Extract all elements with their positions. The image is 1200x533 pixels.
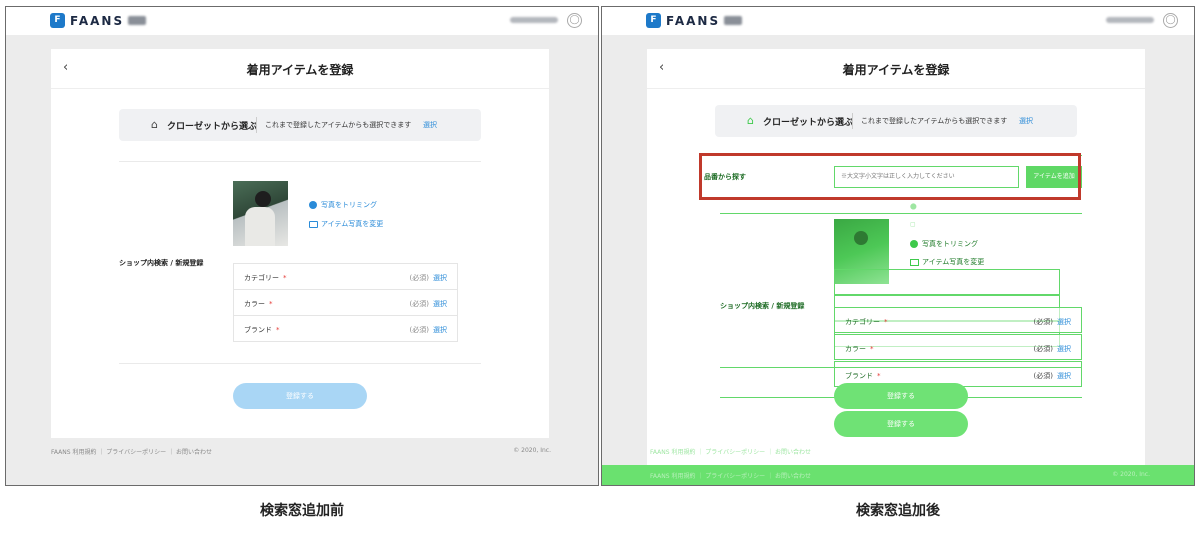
closet-label: クローゼットから選ぶ	[167, 122, 258, 132]
closet-select-link[interactable]: 選択	[423, 120, 437, 130]
closet-description: これまで登録したアイテムからも選択できます	[265, 121, 412, 129]
trim-photo-link[interactable]: 写真をトリミング	[910, 239, 978, 249]
divider	[119, 161, 481, 162]
attribute-name: カラー *	[845, 345, 874, 353]
footer: FAANS 利用規約 ｜ プライバシーポリシー ｜ お問い合わせ © 2020,…	[51, 447, 551, 456]
camera-icon	[309, 220, 318, 228]
copyright: © 2020, Inc.	[1112, 471, 1150, 478]
select-link[interactable]: 選択	[433, 273, 447, 283]
attribute-name: カテゴリー *	[845, 318, 888, 326]
page-title: 着用アイテムを登録	[246, 63, 354, 77]
photo-body-shape	[245, 207, 275, 246]
required-text: (必須)	[409, 326, 429, 334]
footer-links[interactable]: FAANS 利用規約 ｜ プライバシーポリシー ｜ お問い合わせ	[650, 473, 811, 480]
trim-photo-label: 写真をトリミング	[321, 201, 377, 209]
required-text: (必須)	[409, 300, 429, 308]
hanger-icon: ⌂	[747, 114, 754, 127]
closet-select-bar: ⌂ クローゼットから選ぶ これまで登録したアイテムからも選択できます 選択	[715, 105, 1077, 137]
section-label: ショップ内検索 / 新規登録	[720, 302, 805, 310]
required-text: (必須)	[1033, 345, 1053, 353]
ghost-row	[834, 269, 1060, 295]
top-bar: F FAANS ◯	[602, 7, 1194, 35]
submit-button[interactable]: 登録する	[233, 383, 367, 409]
after-screenshot: F FAANS ◯ ‹ 着用アイテムを登録 ⌂ クローゼットから選ぶ これまで登…	[601, 6, 1195, 486]
footer-links[interactable]: FAANS 利用規約 ｜ プライバシーポリシー ｜ お問い合わせ	[51, 449, 212, 456]
blurred-logo-suffix	[128, 16, 147, 25]
select-link[interactable]: 選択	[1057, 344, 1071, 354]
closet-description: これまで登録したアイテムからも選択できます	[861, 117, 1008, 125]
select-link[interactable]: 選択	[1057, 371, 1071, 381]
divider	[256, 117, 257, 133]
closet-select-bar: ⌂ クローゼットから選ぶ これまで登録したアイテムからも選択できます 選択	[119, 109, 481, 141]
section-label: ショップ内検索 / 新規登録	[119, 259, 204, 267]
color-row[interactable]: カラー * (必須) 選択	[233, 289, 458, 316]
user-icon[interactable]: ◯	[567, 13, 582, 28]
hanger-icon: ⌂	[151, 118, 158, 131]
footer: FAANS 利用規約 ｜ プライバシーポリシー ｜ お問い合わせ © 2020,…	[650, 471, 1150, 480]
category-row[interactable]: カテゴリー * (必須) 選択	[834, 307, 1082, 333]
blurred-user-name	[510, 17, 558, 23]
attribute-name: ブランド *	[244, 326, 280, 334]
change-photo-label: アイテム写真を変更	[321, 220, 384, 228]
brand-row[interactable]: ブランド * (必須) 選択	[233, 315, 458, 342]
divider	[852, 113, 853, 129]
submit-button[interactable]: 登録する	[834, 411, 968, 437]
camera-icon	[910, 258, 919, 266]
change-photo-label: アイテム写真を変更	[922, 258, 985, 266]
attribute-name: カラー *	[244, 300, 273, 308]
required-text: (必須)	[1033, 318, 1053, 326]
color-row[interactable]: カラー * (必須) 選択	[834, 334, 1082, 360]
before-screenshot: F FAANS ◯ ‹ 着用アイテムを登録 ⌂ クローゼットから選ぶ これまで登…	[5, 6, 599, 486]
user-icon[interactable]: ◯	[1163, 13, 1178, 28]
logo[interactable]: F FAANS	[646, 13, 743, 28]
caption-before: 検索窓追加前	[260, 503, 344, 519]
trim-photo-label: 写真をトリミング	[922, 240, 978, 248]
change-photo-link[interactable]: アイテム写真を変更	[309, 219, 383, 229]
register-card: ‹ 着用アイテムを登録 ⌂ クローゼットから選ぶ これまで登録したアイテムからも…	[51, 49, 549, 438]
blurred-user-name	[1106, 17, 1154, 23]
card-header: ‹ 着用アイテムを登録	[51, 49, 549, 89]
item-photo	[233, 181, 288, 246]
closet-label: クローゼットから選ぶ	[763, 118, 854, 128]
logo[interactable]: F FAANS	[50, 13, 147, 28]
logo-mark-icon: F	[50, 13, 65, 28]
select-link[interactable]: 選択	[1057, 317, 1071, 327]
ghost-footer: FAANS 利用規約 ｜ プライバシーポリシー ｜ お問い合わせ	[650, 449, 811, 456]
page-title: 着用アイテムを登録	[842, 63, 950, 77]
ghost-text: ⬤	[910, 203, 917, 210]
divider	[119, 363, 481, 364]
crop-icon	[309, 201, 317, 209]
required-text: (必須)	[1033, 372, 1053, 380]
card-header: ‹ 着用アイテムを登録	[647, 49, 1145, 89]
attribute-name: カテゴリー *	[244, 274, 287, 282]
logo-text: FAANS	[666, 13, 721, 28]
divider	[720, 367, 1082, 368]
divider	[720, 213, 1082, 214]
top-bar: F FAANS ◯	[6, 7, 598, 35]
caption-after: 検索窓追加後	[856, 503, 940, 519]
copyright: © 2020, Inc.	[513, 447, 551, 454]
ghost-text: ▢	[910, 221, 916, 228]
closet-select-link[interactable]: 選択	[1019, 116, 1033, 126]
highlight-box	[699, 153, 1081, 200]
change-photo-link[interactable]: アイテム写真を変更	[910, 257, 984, 267]
select-link[interactable]: 選択	[433, 299, 447, 309]
logo-mark-icon: F	[646, 13, 661, 28]
required-text: (必須)	[409, 274, 429, 282]
blurred-logo-suffix	[724, 16, 743, 25]
ghost-submit-button: 登録する	[834, 383, 968, 409]
trim-photo-link[interactable]: 写真をトリミング	[309, 200, 377, 210]
photo-head-shape	[854, 231, 868, 245]
select-link[interactable]: 選択	[433, 325, 447, 335]
crop-icon	[910, 240, 918, 248]
category-row[interactable]: カテゴリー * (必須) 選択	[233, 263, 458, 290]
logo-text: FAANS	[70, 13, 125, 28]
photo-head-shape	[255, 191, 271, 207]
attribute-name: ブランド *	[845, 372, 881, 380]
